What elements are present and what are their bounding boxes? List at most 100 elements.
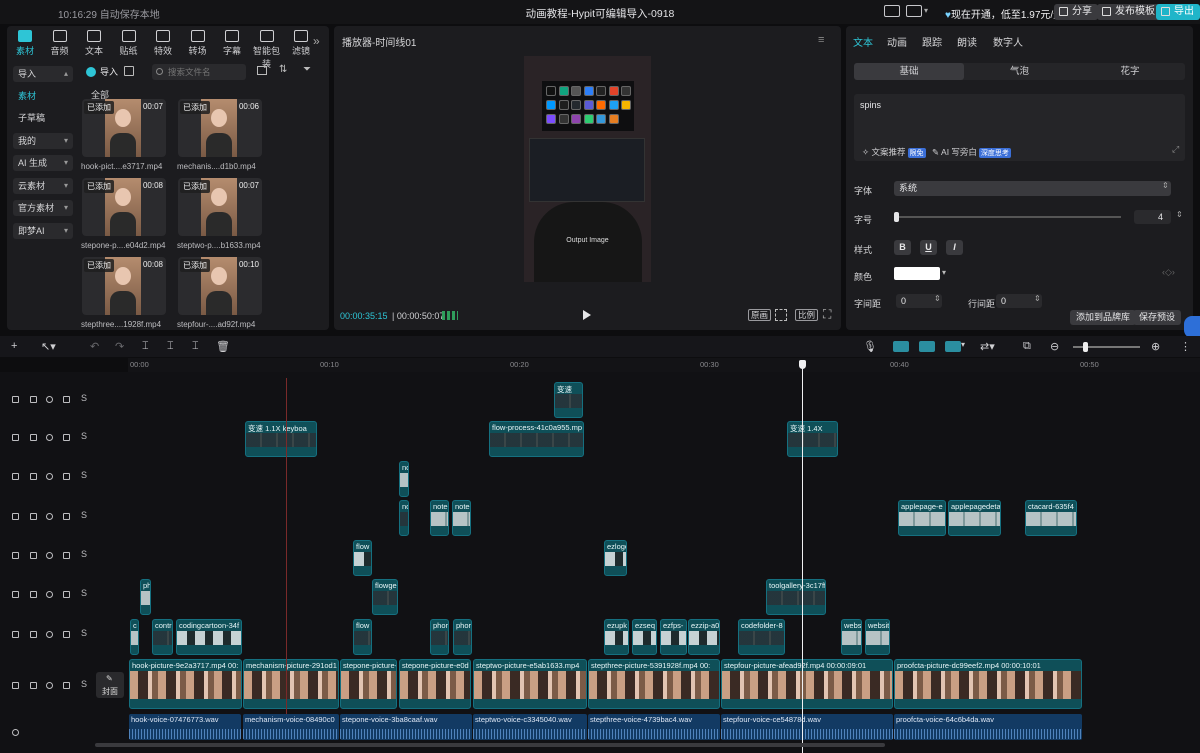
media-thumbnail[interactable]: 已添加 00:08 — [82, 178, 166, 236]
visibility-icon[interactable] — [46, 631, 53, 638]
sidebar-item-7[interactable]: 即梦AI ▾ — [13, 223, 73, 239]
cover-button[interactable]: ✎ 封面 — [96, 672, 124, 698]
main-track-magnet-icon[interactable] — [893, 341, 909, 352]
lock-icon[interactable] — [30, 396, 37, 403]
mute-icon[interactable] — [63, 682, 70, 689]
solo-icon[interactable]: S — [81, 588, 87, 598]
timeline-clip[interactable]: phor — [453, 619, 472, 655]
fullscreen-icon[interactable]: ⛶ — [823, 307, 831, 322]
visibility-icon[interactable] — [46, 434, 53, 441]
chevron-down-icon[interactable]: ▾ — [942, 268, 946, 277]
expand-icon[interactable]: ⤢ — [1172, 144, 1179, 155]
timeline-clip[interactable]: ezlogo — [604, 540, 627, 576]
menu-icon[interactable]: ≡ — [818, 34, 824, 46]
timeline-clip[interactable]: toolgallery-3c17ff — [766, 579, 826, 615]
track-eye-icon[interactable] — [12, 396, 19, 403]
timeline-clip[interactable]: ezseq — [632, 619, 657, 655]
timeline-settings-icon[interactable]: ⧉ — [1023, 340, 1031, 353]
timeline-clip[interactable]: 变速 1.1X keyboa — [245, 421, 317, 457]
visibility-icon[interactable] — [46, 552, 53, 559]
more-tabs-icon[interactable]: » — [313, 34, 320, 48]
tab-6[interactable]: 字幕 — [216, 30, 248, 57]
font-select[interactable]: 系统 — [894, 181, 1171, 196]
keyframe-icon[interactable]: ‹◇› — [1162, 267, 1175, 278]
segment-0[interactable]: 基础 — [854, 63, 964, 80]
solo-icon[interactable]: S — [81, 431, 87, 441]
mute-icon[interactable] — [63, 513, 70, 520]
main-video-clip[interactable]: proofcta-picture-dc99eef2.mp4 00:00:10:0… — [894, 659, 1082, 709]
undo-icon[interactable]: ↶ — [90, 340, 99, 353]
tab-7[interactable]: 智能包装 — [251, 30, 283, 70]
lock-icon[interactable] — [30, 631, 37, 638]
timeline-clip[interactable]: 变速 1.4X — [787, 421, 838, 457]
audio-clip[interactable]: stepfour-voice-ce54878d.wav — [721, 714, 893, 740]
lock-icon[interactable] — [30, 682, 37, 689]
split-left-icon[interactable]: ⌶ — [167, 340, 174, 353]
tab-5[interactable]: 转场 — [182, 30, 214, 57]
main-video-clip[interactable]: stepone-picture-e0d — [399, 659, 471, 709]
segment-2[interactable]: 花字 — [1075, 63, 1185, 80]
sidebar-item-0[interactable]: 导入 ▴ — [13, 66, 73, 82]
filter-icon[interactable]: ⏷ — [303, 64, 311, 75]
underline-button[interactable]: U — [920, 240, 937, 255]
save-preset-button[interactable]: 保存预设 — [1133, 310, 1182, 325]
assistant-float-icon[interactable] — [1184, 316, 1200, 338]
view-mode-icon[interactable] — [257, 66, 267, 75]
tab-2[interactable]: 文本 — [78, 30, 110, 57]
select-tool-icon[interactable]: ↖▾ — [41, 340, 56, 353]
audio-clip[interactable]: stepthree-voice-4739bac4.wav — [588, 714, 720, 740]
redo-icon[interactable]: ↷ — [115, 340, 124, 353]
playhead[interactable] — [799, 360, 806, 753]
track-eye-icon[interactable] — [12, 591, 19, 598]
lock-icon[interactable] — [30, 434, 37, 441]
segment-1[interactable]: 气泡 — [965, 63, 1075, 80]
vip-promo[interactable]: ♥现在开通，低至1.97元/天 — [945, 6, 1063, 21]
main-video-clip[interactable]: stepone-picture- — [340, 659, 397, 709]
export-button[interactable]: 导出 — [1156, 4, 1200, 20]
track-eye-icon[interactable] — [12, 513, 19, 520]
main-video-clip[interactable]: mechanism-picture-291od1 — [243, 659, 339, 709]
timeline-clip[interactable]: websit — [865, 619, 890, 655]
tab-1[interactable]: 音频 — [44, 30, 76, 57]
add-track-icon[interactable]: + — [11, 340, 17, 352]
lock-icon[interactable] — [30, 473, 37, 480]
track-eye-icon[interactable] — [12, 434, 19, 441]
tab-0[interactable]: 素材 — [9, 30, 41, 57]
crop-icon[interactable] — [775, 309, 787, 321]
play-button[interactable] — [583, 310, 591, 320]
timeline-clip[interactable]: ph — [140, 579, 151, 615]
timeline-clip[interactable]: flow — [353, 540, 372, 576]
audio-clip[interactable]: hook-voice-07476773.wav — [129, 714, 241, 740]
track-eye-icon[interactable] — [12, 631, 19, 638]
timeline-clip[interactable]: 变速 — [554, 382, 583, 418]
grid-icon[interactable] — [124, 66, 134, 76]
tab-4[interactable]: 特效 — [147, 30, 179, 57]
sidebar-item-4[interactable]: AI 生成 ▾ — [13, 155, 73, 171]
timeline-clip[interactable]: applepagedeta — [948, 500, 1001, 536]
split-icon[interactable]: ⌶ — [142, 340, 149, 353]
solo-icon[interactable]: S — [81, 470, 87, 480]
lock-icon[interactable] — [30, 513, 37, 520]
track-eye-icon[interactable] — [12, 473, 19, 480]
audio-clip[interactable]: steptwo-voice-c3345040.wav — [473, 714, 587, 740]
audio-track-icon[interactable] — [12, 729, 19, 736]
mute-icon[interactable] — [63, 434, 70, 441]
lock-icon[interactable] — [30, 552, 37, 559]
audio-clip[interactable]: mechanism-voice-08490c0 — [243, 714, 339, 740]
sidebar-item-5[interactable]: 云素材 ▾ — [13, 178, 73, 194]
more-icon[interactable]: ⋮ — [1180, 340, 1191, 353]
audio-clip[interactable]: stepone-voice-3ba8caaf.wav — [340, 714, 472, 740]
chevron-down-icon[interactable]: ▾ — [924, 6, 928, 15]
import-button[interactable]: 导入 — [84, 64, 118, 80]
italic-button[interactable]: I — [946, 240, 963, 255]
linkage-icon[interactable] — [945, 341, 961, 352]
share-button[interactable]: 分享 — [1054, 4, 1098, 20]
font-size-slider[interactable] — [894, 212, 1121, 222]
slider-handle[interactable] — [894, 212, 899, 222]
solo-icon[interactable]: S — [81, 393, 87, 403]
timeline-clip[interactable]: codefolder-8 — [738, 619, 785, 655]
time-ruler[interactable]: 00:00 00:10 00:20 00:30 00:40 00:50 — [128, 358, 1200, 372]
visibility-icon[interactable] — [46, 591, 53, 598]
timeline-clip[interactable]: note — [452, 500, 471, 536]
stepper-icon[interactable]: ⇕ — [934, 294, 941, 303]
